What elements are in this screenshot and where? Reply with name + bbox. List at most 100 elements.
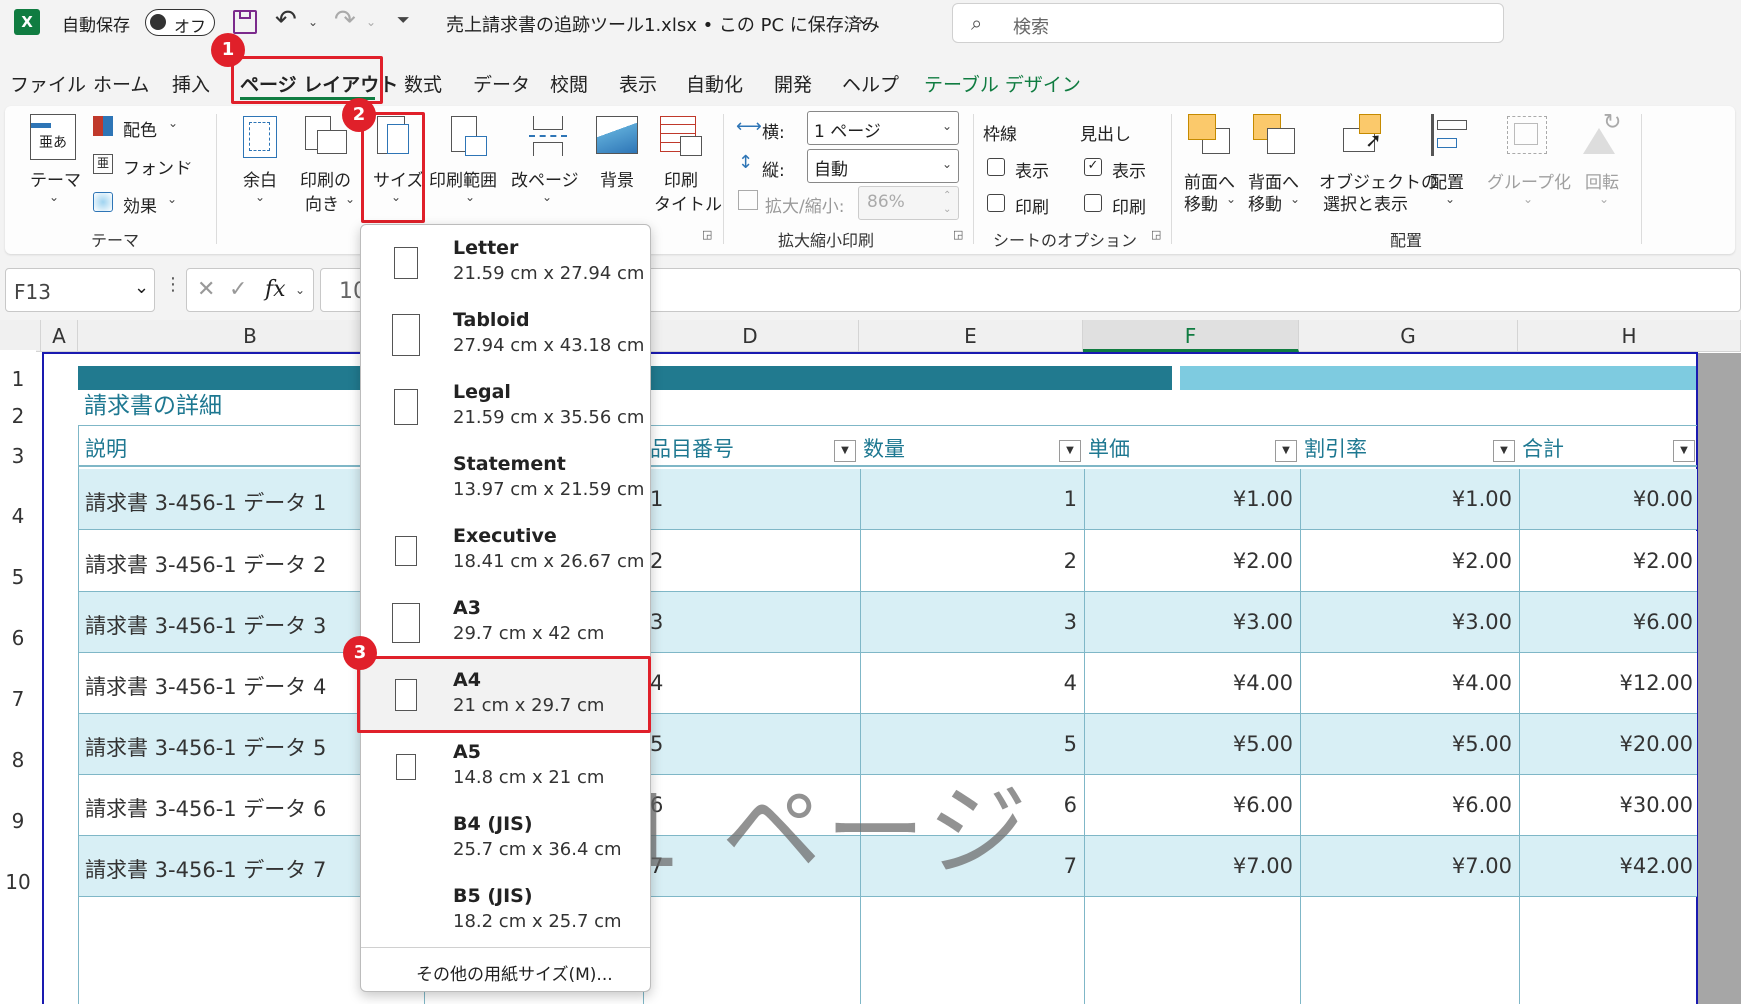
search-box[interactable]: ⌕ 検索 xyxy=(952,3,1504,43)
theme-icon[interactable]: 亜あ xyxy=(30,114,76,160)
cell-discount[interactable]: ¥1.00 xyxy=(1452,487,1512,511)
header-discount[interactable]: 割引率 xyxy=(1304,433,1367,463)
cell-description[interactable]: 請求書 3-456-1 データ 7 xyxy=(85,854,326,884)
cell-description[interactable]: 請求書 3-456-1 データ 4 xyxy=(85,671,326,701)
cell-description[interactable]: 請求書 3-456-1 データ 2 xyxy=(85,549,326,579)
enter-icon[interactable]: ✓ xyxy=(229,277,247,302)
cell-description[interactable]: 請求書 3-456-1 データ 5 xyxy=(85,732,326,762)
tab-automate[interactable]: 自動化 xyxy=(686,70,743,97)
insert-function-icon[interactable]: fx xyxy=(265,277,286,302)
column-header-e[interactable]: E xyxy=(859,320,1083,352)
orientation-label-2[interactable]: 向き xyxy=(305,190,339,215)
cell-unit-price[interactable]: ¥5.00 xyxy=(1233,732,1293,756)
total-filter-button[interactable]: ▼ xyxy=(1673,440,1695,462)
height-select[interactable]: 自動 ⌄ xyxy=(807,149,959,183)
cell-unit-price[interactable]: ¥1.00 xyxy=(1233,487,1293,511)
name-box-chevron-icon[interactable]: ⌄ xyxy=(134,277,149,298)
print-titles-label-2[interactable]: タイトル xyxy=(654,190,722,215)
row-header-5[interactable]: 5 xyxy=(0,565,36,589)
customize-qat-icon[interactable]: ⏷ xyxy=(397,10,410,30)
selection-pane-icon[interactable]: ➚ xyxy=(1343,114,1387,156)
cell-total[interactable]: ¥20.00 xyxy=(1620,732,1693,756)
tab-view[interactable]: 表示 xyxy=(619,70,657,97)
header-quantity[interactable]: 数量 xyxy=(863,433,905,463)
row-header-4[interactable]: 4 xyxy=(0,504,36,528)
row-header-8[interactable]: 8 xyxy=(0,748,36,772)
filename-chevron-icon[interactable]: ⌄ xyxy=(856,8,871,29)
paper-size-item[interactable]: B5 (JIS) 18.2 cm x 25.7 cm xyxy=(361,875,650,947)
cell-unit-price[interactable]: ¥3.00 xyxy=(1233,610,1293,634)
row-header-7[interactable]: 7 xyxy=(0,687,36,711)
cell-unit-price[interactable]: ¥6.00 xyxy=(1233,793,1293,817)
row-header-10[interactable]: 10 xyxy=(0,870,36,894)
cell-item-number[interactable]: 3 xyxy=(650,610,663,634)
cell-description[interactable]: 請求書 3-456-1 データ 1 xyxy=(85,487,326,517)
column-header-g[interactable]: G xyxy=(1299,320,1518,352)
background-icon[interactable] xyxy=(596,116,638,154)
cell-total[interactable]: ¥12.00 xyxy=(1620,671,1693,695)
tab-review[interactable]: 校閲 xyxy=(550,70,588,97)
header-total[interactable]: 合計 xyxy=(1522,433,1564,463)
breaks-icon[interactable] xyxy=(529,116,567,158)
bring-forward-label-2[interactable]: 移動 xyxy=(1184,190,1218,215)
header-item-number[interactable]: 品目番号 xyxy=(650,433,734,463)
paper-size-item[interactable]: Letter 21.59 cm x 27.94 cm xyxy=(361,227,650,299)
orientation-icon[interactable] xyxy=(305,116,349,158)
row-header-3[interactable]: 3 xyxy=(0,444,36,468)
margins-icon[interactable] xyxy=(243,116,277,158)
print-titles-icon[interactable] xyxy=(660,116,704,158)
tab-insert[interactable]: 挿入 xyxy=(172,70,210,97)
cell-quantity[interactable]: 2 xyxy=(1064,549,1077,573)
select-all-corner[interactable] xyxy=(0,320,41,352)
worksheet[interactable]: A B C D E F G H 1 2 3 4 5 6 7 8 9 10 請求書… xyxy=(0,320,1741,1004)
tab-help[interactable]: ヘルプ xyxy=(842,70,899,97)
gridlines-view-checkbox[interactable] xyxy=(987,158,1005,176)
file-name[interactable]: 売上請求書の追跡ツール1.xlsx • この PC に保存済み xyxy=(446,11,880,37)
align-button[interactable]: 配置 xyxy=(1430,168,1464,193)
cell-quantity[interactable]: 4 xyxy=(1064,671,1077,695)
paper-size-item[interactable]: A3 29.7 cm x 42 cm xyxy=(361,587,650,659)
undo-dropdown-icon[interactable]: ⌄ xyxy=(308,15,318,29)
cancel-icon[interactable]: ✕ xyxy=(197,277,215,302)
paper-size-item[interactable]: A5 14.8 cm x 21 cm xyxy=(361,731,650,803)
more-paper-sizes-item[interactable]: その他の用紙サイズ(M)... xyxy=(416,960,613,985)
orientation-label-1[interactable]: 印刷の xyxy=(300,166,351,191)
sheet-options-launcher-icon[interactable]: ◲ xyxy=(1151,228,1161,241)
autosave-toggle[interactable]: オフ xyxy=(145,9,215,36)
cell-discount[interactable]: ¥3.00 xyxy=(1452,610,1512,634)
row-header-2[interactable]: 2 xyxy=(0,404,36,428)
tab-table-design[interactable]: テーブル デザイン xyxy=(924,70,1081,97)
cell-discount[interactable]: ¥5.00 xyxy=(1452,732,1512,756)
print-area-button[interactable]: 印刷範囲 xyxy=(429,166,497,191)
paper-size-item[interactable]: B4 (JIS) 25.7 cm x 36.4 cm xyxy=(361,803,650,875)
cell-quantity[interactable]: 5 xyxy=(1064,732,1077,756)
column-header-a[interactable]: A xyxy=(41,320,78,352)
cell-total[interactable]: ¥0.00 xyxy=(1633,487,1693,511)
tab-formulas[interactable]: 数式 xyxy=(404,70,442,97)
quantity-filter-button[interactable]: ▼ xyxy=(1059,440,1081,462)
row-header-9[interactable]: 9 xyxy=(0,809,36,833)
tab-developer[interactable]: 開発 xyxy=(774,70,812,97)
cell-total[interactable]: ¥42.00 xyxy=(1620,854,1693,878)
cell-discount[interactable]: ¥7.00 xyxy=(1452,854,1512,878)
cell-discount[interactable]: ¥6.00 xyxy=(1452,793,1512,817)
paper-size-item[interactable]: Legal 21.59 cm x 35.56 cm xyxy=(361,371,650,443)
fonts-button[interactable]: フォント xyxy=(123,154,191,179)
cell-total[interactable]: ¥30.00 xyxy=(1620,793,1693,817)
bring-forward-icon[interactable] xyxy=(1188,114,1232,156)
cell-unit-price[interactable]: ¥7.00 xyxy=(1233,854,1293,878)
colors-button[interactable]: 配色 xyxy=(123,116,157,141)
cell-item-number[interactable]: 2 xyxy=(650,549,663,573)
discount-filter-button[interactable]: ▼ xyxy=(1493,440,1515,462)
cell-quantity[interactable]: 1 xyxy=(1064,487,1077,511)
cell-quantity[interactable]: 3 xyxy=(1064,610,1077,634)
row-header-6[interactable]: 6 xyxy=(0,626,36,650)
cell-total[interactable]: ¥6.00 xyxy=(1633,610,1693,634)
breaks-button[interactable]: 改ページ xyxy=(511,166,579,191)
align-icon[interactable] xyxy=(1431,114,1471,156)
header-unit-price[interactable]: 単価 xyxy=(1088,433,1130,463)
selection-pane-label-2[interactable]: 選択と表示 xyxy=(1323,190,1408,215)
scale-launcher-icon[interactable]: ◲ xyxy=(953,228,963,241)
column-header-h[interactable]: H xyxy=(1518,320,1741,352)
page-setup-launcher-icon[interactable]: ◲ xyxy=(702,228,712,241)
